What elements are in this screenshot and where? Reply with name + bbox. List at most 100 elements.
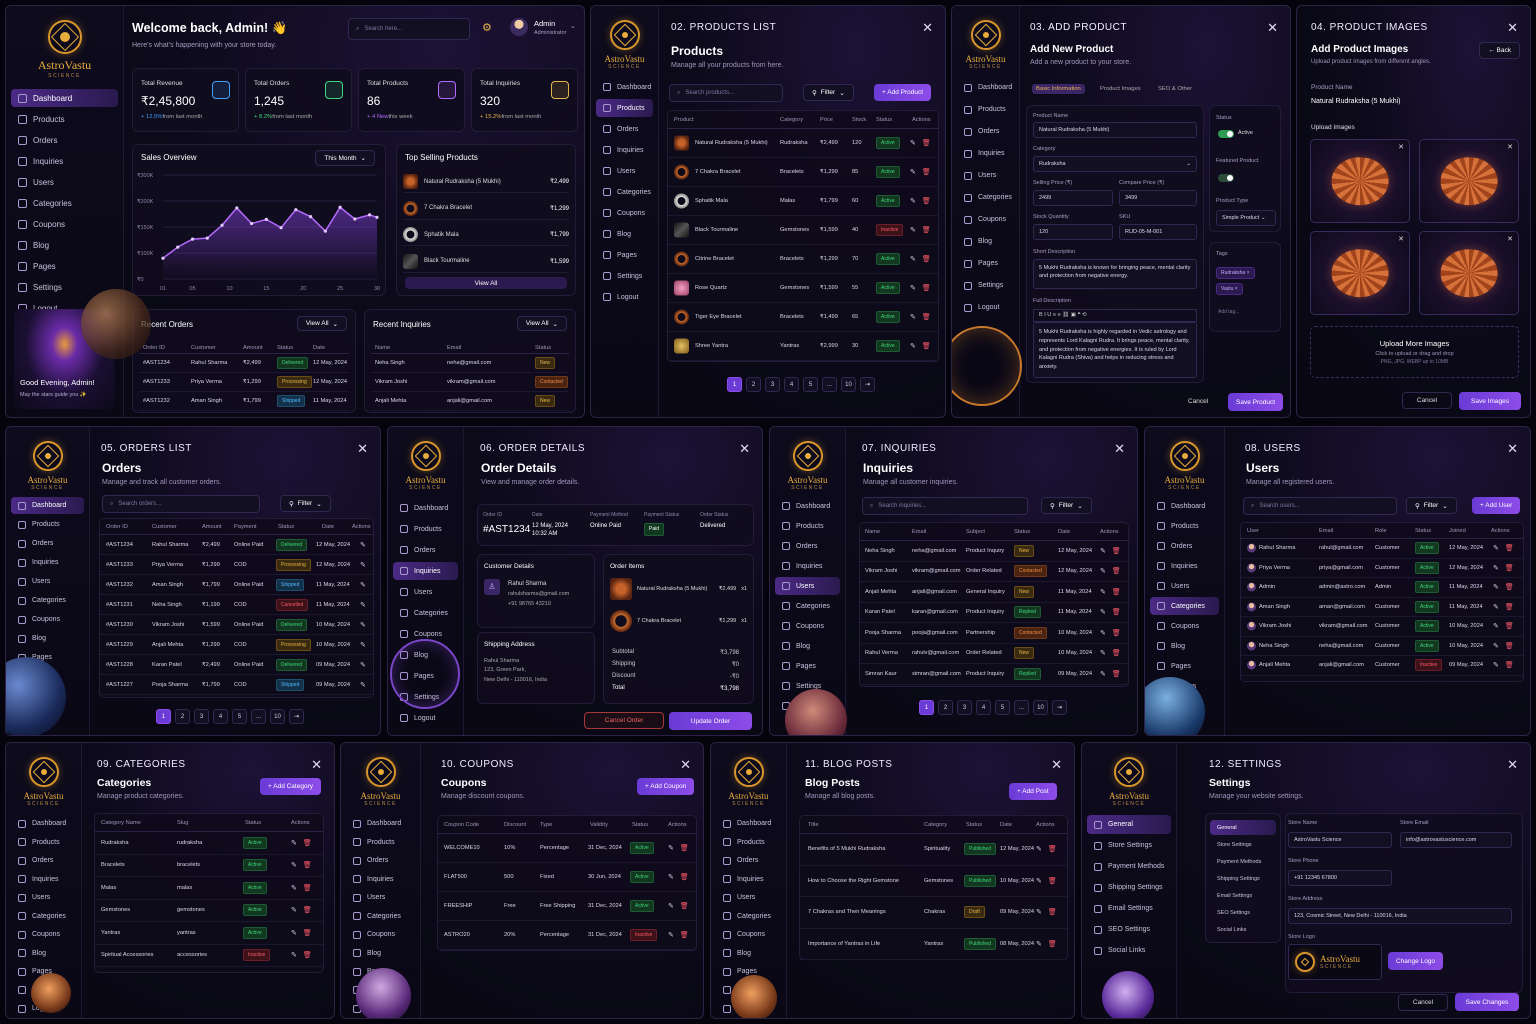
sidebar-item-dashboard[interactable]: Dashboard	[716, 815, 781, 833]
delete-icon[interactable]: 🗑	[1112, 670, 1121, 678]
edit-icon[interactable]: ✎	[1493, 642, 1499, 650]
product-image-1[interactable]: ✕	[1310, 139, 1410, 223]
table-row[interactable]: Aman Singh aman@gmail.com Customer Active 11…	[1241, 598, 1523, 617]
table-row[interactable]: Importance of Yantras in Life Yantras Publ…	[800, 929, 1067, 960]
table-row[interactable]: Yantras yantras Active ✎ 🗑	[95, 922, 323, 945]
close-icon[interactable]: ✕	[1507, 20, 1518, 36]
sidebar-item-orders[interactable]: Orders	[957, 122, 1014, 141]
delete-icon[interactable]: 🗑	[1505, 564, 1514, 572]
settings-item-general[interactable]: General	[1087, 815, 1171, 834]
delete-icon[interactable]: 🗑	[1505, 583, 1514, 591]
edit-icon[interactable]: ✎	[291, 906, 297, 914]
tab-product-images[interactable]: Product Images	[1096, 84, 1145, 94]
table-row[interactable]: Black Tourmaline Gemstones ₹1,599 40 Inactiv…	[668, 216, 938, 245]
delete-icon[interactable]: 🗑	[303, 906, 312, 914]
sidebar-item-dashboard[interactable]: Dashboard	[393, 499, 458, 517]
back-button[interactable]: ← Back	[1479, 42, 1520, 59]
table-row[interactable]: Priya Verma priya@gmail.com Customer Active…	[1241, 559, 1523, 578]
sidebar-item-coupons[interactable]: Coupons	[11, 611, 84, 628]
sidebar-item-dashboard[interactable]: Dashboard	[596, 78, 653, 96]
delete-icon[interactable]: 🗑	[1112, 588, 1121, 596]
filter-button[interactable]: ⚲ Filter ⌄	[803, 84, 854, 101]
sidebar-item-inquiries[interactable]: Inquiries	[11, 152, 118, 170]
close-icon[interactable]: ✕	[1114, 441, 1125, 457]
sidebar-item-coupons[interactable]: Coupons	[716, 926, 781, 944]
table-row[interactable]: Anjali Mehta anjali@gmail.com New	[371, 392, 569, 411]
close-icon[interactable]: ✕	[1051, 757, 1062, 773]
edit-icon[interactable]: ✎	[1493, 544, 1499, 552]
selling-price-input[interactable]: 2499	[1033, 190, 1113, 206]
edit-icon[interactable]: ✎	[1100, 547, 1106, 555]
edit-icon[interactable]: ✎	[360, 581, 366, 589]
sidebar-item-products[interactable]: Products	[11, 516, 84, 533]
delete-icon[interactable]: 🗑	[680, 844, 689, 852]
sidebar-item-categories[interactable]: Categories	[775, 597, 840, 615]
sidebar-item-orders[interactable]: Orders	[11, 131, 118, 149]
page-button-[interactable]: ⇥	[289, 709, 304, 724]
edit-icon[interactable]: ✎	[291, 861, 297, 869]
remove-image-icon[interactable]: ✕	[1507, 143, 1513, 151]
recent-inquiries-view-all[interactable]: View All ⌄	[516, 316, 567, 331]
compare-price-input[interactable]: 3499	[1119, 190, 1197, 206]
sidebar-item-inquiries[interactable]: Inquiries	[596, 141, 653, 159]
page-button-3[interactable]: 3	[194, 709, 209, 724]
delete-icon[interactable]: 🗑	[922, 342, 931, 350]
sidebar-item-dashboard[interactable]: Dashboard	[11, 815, 76, 833]
sidebar-item-blog[interactable]: Blog	[11, 945, 76, 963]
settings-item-payment-methods[interactable]: Payment Methods	[1087, 857, 1171, 876]
sidebar-item-pages[interactable]: Pages	[775, 657, 840, 675]
sidebar-item-users[interactable]: Users	[775, 577, 840, 595]
sidebar-item-logout[interactable]: Logout	[393, 709, 458, 727]
sidebar-item-categories[interactable]: Categories	[957, 188, 1014, 207]
filter-button[interactable]: ⚲ Filter ⌄	[280, 495, 331, 512]
sidebar-item-dashboard[interactable]: Dashboard	[1150, 497, 1219, 515]
close-icon[interactable]: ✕	[357, 441, 368, 457]
edit-icon[interactable]: ✎	[360, 661, 366, 669]
sidebar-item-inquiries[interactable]: Inquiries	[11, 871, 76, 889]
page-button-2[interactable]: 2	[938, 700, 953, 715]
cancel-order-button[interactable]: Cancel Order	[584, 712, 664, 729]
search-input[interactable]: ⌕ Search orders...	[102, 495, 260, 513]
sidebar-item-blog[interactable]: Blog	[957, 232, 1014, 251]
page-button-[interactable]: ...	[822, 377, 837, 392]
sidebar-item-orders[interactable]: Orders	[596, 120, 653, 138]
table-row[interactable]: Bracelets bracelets Active ✎ 🗑	[95, 855, 323, 877]
close-icon[interactable]: ✕	[922, 20, 933, 36]
page-button-2[interactable]: 2	[175, 709, 190, 724]
sidebar-item-coupons[interactable]: Coupons	[957, 210, 1014, 229]
sidebar-item-orders[interactable]: Orders	[1150, 537, 1219, 555]
sidebar-item-users[interactable]: Users	[393, 583, 458, 601]
stock-input[interactable]: 120	[1033, 224, 1113, 240]
edit-icon[interactable]: ✎	[910, 139, 916, 147]
edit-icon[interactable]: ✎	[910, 255, 916, 263]
sidebar-item-categories[interactable]: Categories	[716, 908, 781, 926]
chevron-down-icon[interactable]: ⌄	[570, 22, 576, 30]
sidebar-item-products[interactable]: Products	[716, 834, 781, 852]
sidebar-item-orders[interactable]: Orders	[346, 852, 415, 870]
delete-icon[interactable]: 🗑	[1048, 877, 1057, 885]
edit-icon[interactable]: ✎	[1036, 845, 1042, 853]
cancel-button[interactable]: Cancel	[1398, 994, 1448, 1011]
page-button-4[interactable]: 4	[784, 377, 799, 392]
sidebar-item-products[interactable]: Products	[11, 110, 118, 128]
sidebar-item-users[interactable]: Users	[11, 573, 84, 590]
page-button-1[interactable]: 1	[919, 700, 934, 715]
notification-icon[interactable]: ⚙	[482, 21, 492, 34]
sidebar-item-coupons[interactable]: Coupons	[775, 617, 840, 635]
edit-icon[interactable]: ✎	[1100, 588, 1106, 596]
sidebar-item-pages[interactable]: Pages	[596, 246, 653, 264]
sidebar-item-categories[interactable]: Categories	[1150, 597, 1219, 615]
tab-basic-information[interactable]: Basic Information	[1032, 84, 1085, 94]
short-description-input[interactable]: 5 Mukhi Rudraksha is known for bringing …	[1033, 259, 1197, 289]
delete-icon[interactable]: 🗑	[1505, 544, 1514, 552]
table-row[interactable]: #AST1233 Priya Verma ₹1,299 COD Processing 12…	[100, 555, 373, 575]
delete-icon[interactable]: 🗑	[680, 873, 689, 881]
sidebar-item-inquiries[interactable]: Inquiries	[346, 871, 415, 889]
sidebar-item-coupons[interactable]: Coupons	[1150, 617, 1219, 635]
close-icon[interactable]: ✕	[739, 441, 750, 457]
table-row[interactable]: #AST1228 Karan Patel ₹2,499 Online Paid Deli…	[100, 655, 373, 675]
edit-icon[interactable]: ✎	[291, 839, 297, 847]
sidebar-item-blog[interactable]: Blog	[1150, 637, 1219, 655]
sidebar-item-logout[interactable]: Logout	[596, 288, 653, 306]
edit-icon[interactable]: ✎	[1100, 567, 1106, 575]
